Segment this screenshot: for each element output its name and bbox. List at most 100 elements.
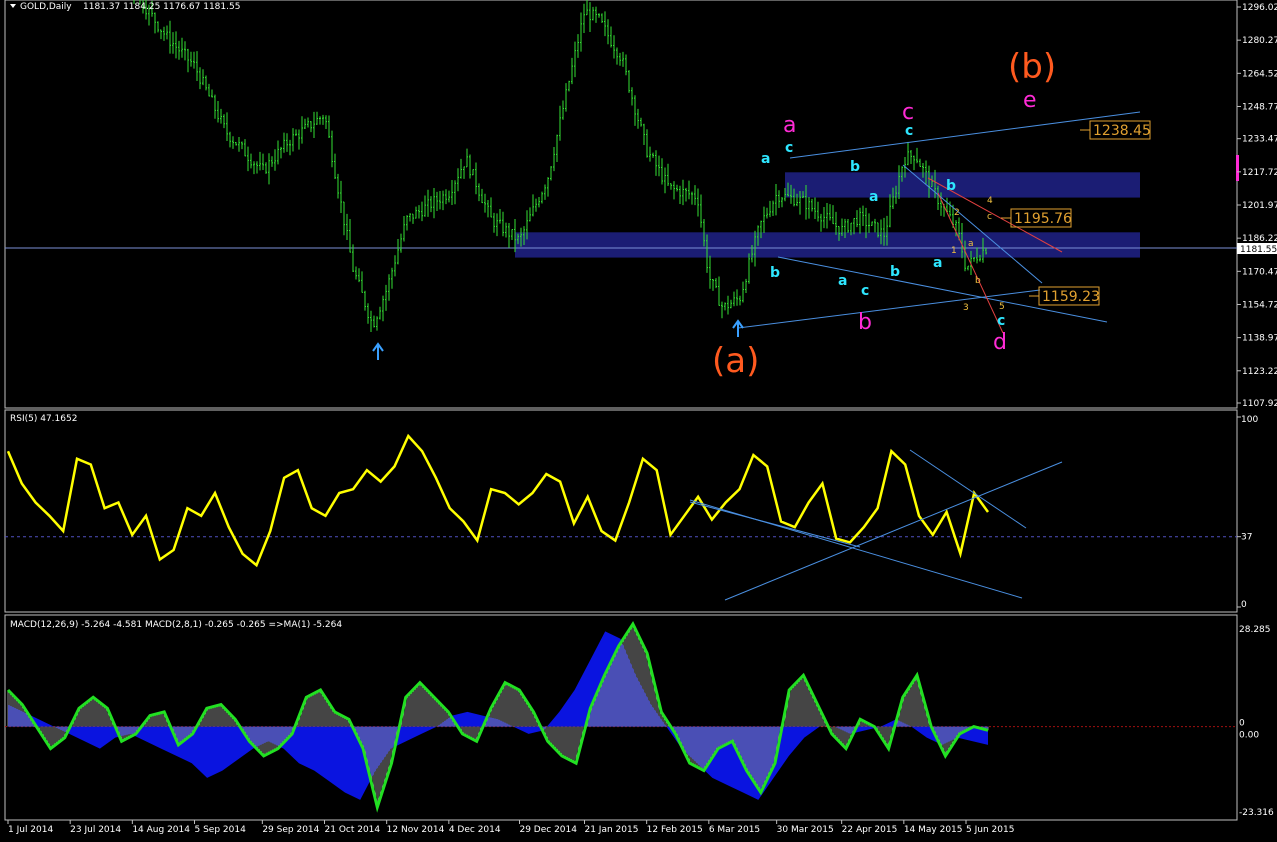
price-bar (640, 117, 642, 127)
price-bar (592, 6, 594, 21)
price-bar (766, 207, 768, 219)
price-bar (280, 146, 282, 159)
price-bar (823, 206, 825, 229)
magenta-label-d: d (993, 330, 1007, 355)
price-bar (337, 173, 339, 199)
rsi-trend-line (689, 501, 861, 548)
price-bar (397, 238, 399, 265)
price-bar (919, 158, 921, 168)
price-bar (352, 244, 354, 272)
price-bar (448, 190, 450, 203)
price-bar (307, 117, 309, 128)
price-bar (619, 52, 621, 66)
price-bar (496, 213, 498, 237)
price-bar (154, 12, 156, 34)
price-tick-label: 1170.47 (1242, 267, 1277, 277)
price-bar (589, 2, 591, 32)
price-bar (616, 47, 618, 65)
price-bar (424, 195, 426, 217)
price-bar (268, 153, 270, 185)
price-bar (442, 190, 444, 211)
price-bar (628, 70, 630, 93)
price-bar (229, 131, 231, 148)
price-bar (256, 161, 258, 174)
price-bar (829, 204, 831, 221)
price-bar (832, 205, 834, 225)
rsi-tick-label: 0 (1241, 600, 1247, 610)
price-bar (412, 213, 414, 224)
price-bar (874, 218, 876, 233)
price-bar (376, 316, 378, 331)
price-bar (298, 129, 300, 150)
rsi-trend-line (724, 461, 1063, 601)
price-bar (859, 207, 861, 234)
price-bar (691, 191, 693, 205)
price-bar (487, 200, 489, 218)
price-bar (604, 11, 606, 37)
price-bar (184, 41, 186, 61)
price-bar (406, 215, 408, 231)
price-bar (382, 295, 384, 322)
x-tick-label: 23 Jul 2014 (70, 825, 121, 835)
ohlc-readout: 1181.37 1184.25 1176.67 1181.55 (83, 2, 240, 12)
price-bar (595, 6, 597, 23)
price-bar (748, 253, 750, 284)
price-bar (835, 211, 837, 235)
price-bar (421, 201, 423, 222)
price-bar (652, 152, 654, 158)
price-bar (814, 197, 816, 219)
price-bar (820, 213, 822, 232)
price-bar (697, 188, 699, 217)
price-bar (550, 166, 552, 181)
symbol-header: GOLD,Daily (20, 2, 72, 12)
price-bar (418, 205, 420, 219)
level-label-1159: 1159.23 (1042, 289, 1100, 305)
price-bar (388, 274, 390, 301)
price-tick-label: 1264.52 (1242, 69, 1277, 79)
price-bar (289, 139, 291, 156)
price-bar (556, 134, 558, 163)
price-bar (205, 75, 207, 91)
price-tick-label: 1201.97 (1242, 201, 1277, 211)
price-bar (163, 26, 165, 41)
price-bar (601, 13, 603, 24)
small-wave-label: 3 (963, 303, 969, 313)
dropdown-arrow-icon[interactable] (10, 4, 16, 8)
small-wave-label: b (975, 276, 981, 286)
price-bar (217, 101, 219, 123)
price-bar (574, 41, 576, 78)
price-bar (181, 37, 183, 58)
price-bar (244, 139, 246, 157)
price-bar (871, 221, 873, 226)
price-bar (250, 153, 252, 169)
price-bar (313, 111, 315, 138)
magenta-label-a: a (783, 113, 796, 138)
price-bar (343, 201, 345, 236)
price-bar (199, 67, 201, 90)
price-bar (331, 130, 333, 168)
price-bar (547, 177, 549, 197)
magenta-label-c: c (902, 100, 914, 125)
price-bar (175, 31, 177, 59)
price-bar (361, 271, 363, 293)
price-bar (391, 267, 393, 289)
price-tick-label: 1248.77 (1242, 102, 1277, 112)
price-bar (580, 12, 582, 52)
price-bar (847, 219, 849, 233)
rsi-tick-label: 37 (1241, 533, 1252, 543)
price-bar (808, 196, 810, 219)
macd-tick-label: 28.285 (1239, 625, 1271, 635)
price-bar (232, 136, 234, 149)
price-bar (340, 180, 342, 213)
price-bar (160, 29, 162, 40)
price-bar (370, 310, 372, 332)
cyan-label: a (869, 189, 878, 205)
price-bar (868, 213, 870, 233)
price-bar (538, 197, 540, 208)
price-bar (853, 218, 855, 235)
cyan-label: b (946, 178, 956, 194)
price-bar (511, 228, 513, 241)
price-bar (319, 116, 321, 125)
price-bar (739, 295, 741, 306)
price-bar (430, 196, 432, 213)
